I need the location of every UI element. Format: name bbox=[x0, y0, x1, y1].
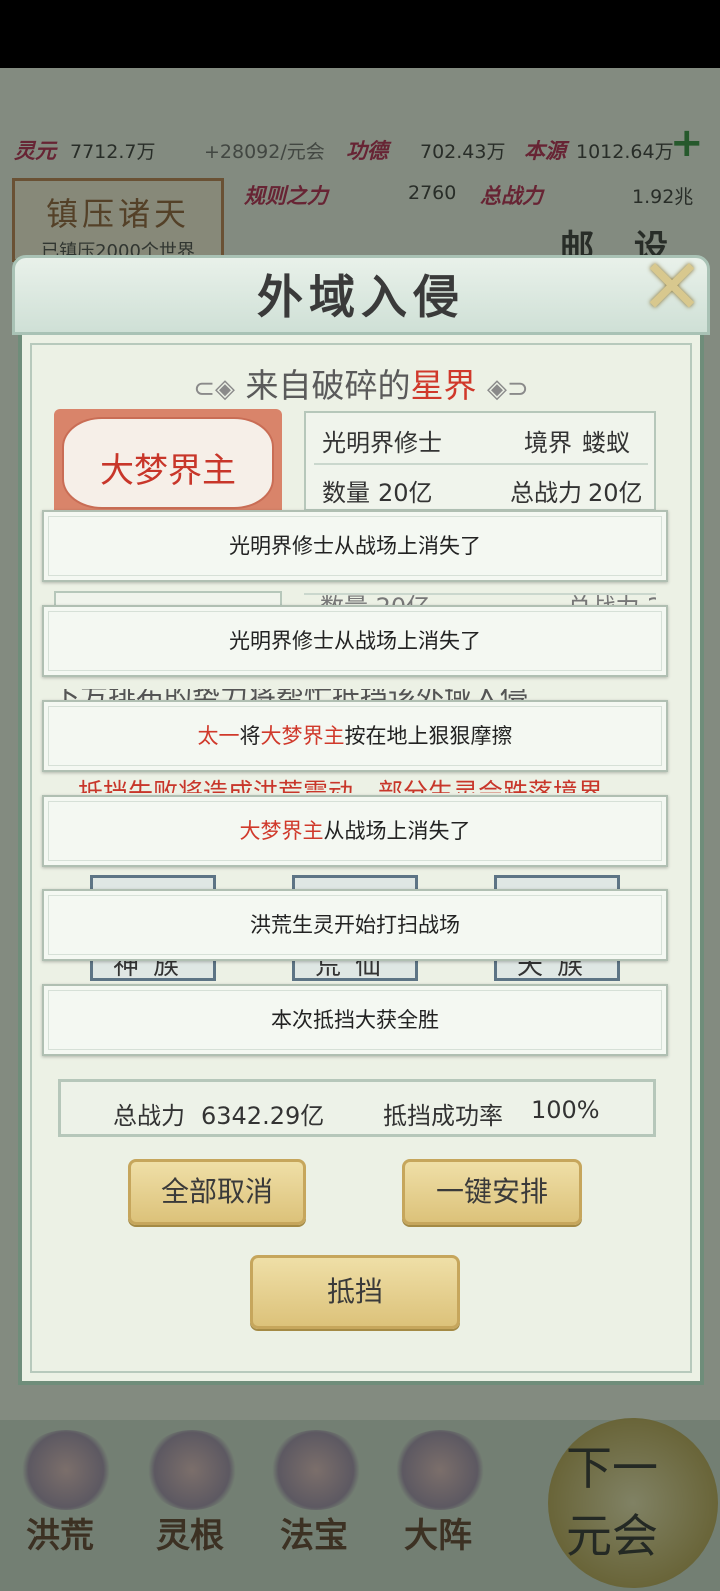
dialog-subtitle: ⊂◈ 来自破碎的星界 ◈⊃ bbox=[12, 359, 710, 407]
toast-text: 从战场上消失了 bbox=[323, 819, 471, 843]
enemy-count-label: 数量 bbox=[322, 479, 370, 507]
toast-highlight: 大梦界主 bbox=[239, 819, 324, 843]
boss-card: 大梦界主 bbox=[54, 409, 282, 517]
right-ornament-icon: ◈⊃ bbox=[487, 374, 529, 404]
enemy-realm-value: 蝼蚁 bbox=[582, 429, 630, 457]
total-power-label: 总战力 bbox=[113, 1102, 185, 1130]
warning-text-label: 抵挡失败将造成洪荒震动，部分生灵会跌落境界 bbox=[78, 778, 604, 793]
total-power-value: 6342.29亿 bbox=[201, 1102, 325, 1130]
total-power-bar: 总战力 6342.29亿 抵挡成功率 100% bbox=[58, 1079, 656, 1137]
toast-text: 光明界修士从战场上消失了 bbox=[229, 534, 481, 558]
warning-text: 抵挡失败将造成洪荒震动，部分生灵会跌落境界 bbox=[78, 775, 648, 793]
subtitle-highlight: 星界 bbox=[410, 366, 477, 405]
toast-text: 将 bbox=[239, 724, 261, 748]
enemy-power-label: 总战力 bbox=[510, 479, 582, 507]
toast-text: 本次抵挡大获全胜 bbox=[271, 1008, 439, 1032]
close-icon[interactable]: ✕ bbox=[632, 247, 712, 327]
info-divider bbox=[314, 463, 648, 465]
toast-message: 洪荒生灵开始打扫战场 bbox=[42, 889, 668, 961]
left-ornament-icon: ⊂◈ bbox=[193, 374, 235, 404]
enemy-name: 光明界修士 bbox=[322, 429, 442, 457]
toast-message: 大梦界主从战场上消失了 bbox=[42, 795, 668, 867]
toast-highlight: 大梦界主 bbox=[260, 724, 345, 748]
toast-highlight: 太一 bbox=[197, 724, 240, 748]
toast-message: 光明界修士从战场上消失了 bbox=[42, 605, 668, 677]
toast-message: 本次抵挡大获全胜 bbox=[42, 984, 668, 1056]
status-bar bbox=[0, 0, 720, 68]
block-button[interactable]: 抵挡 bbox=[250, 1255, 460, 1329]
boss-card-frame: 大梦界主 bbox=[62, 417, 274, 509]
success-rate-value: 100% bbox=[531, 1096, 600, 1124]
toast-text: 按在地上狠狠摩擦 bbox=[344, 724, 513, 748]
auto-arrange-button[interactable]: 一键安排 bbox=[402, 1159, 582, 1225]
toast-text: 洪荒生灵开始打扫战场 bbox=[250, 913, 460, 937]
success-rate-label: 抵挡成功率 bbox=[383, 1102, 503, 1130]
dialog-title: 外域入侵 bbox=[257, 270, 465, 324]
toast-message: 太一将大梦界主按在地上狠狠摩擦 bbox=[42, 700, 668, 772]
enemy-count-value: 20亿 bbox=[378, 479, 433, 507]
boss-name: 大梦界主 bbox=[100, 451, 236, 491]
enemy-info: 光明界修士 境界 蝼蚁 数量 20亿 总战力 20亿 bbox=[304, 411, 656, 511]
cancel-all-button[interactable]: 全部取消 bbox=[128, 1159, 306, 1225]
enemy-realm-label: 境界 bbox=[524, 429, 572, 457]
enemy-power-value: 20亿 bbox=[588, 479, 643, 507]
subtitle-prefix: 来自破碎的 bbox=[245, 366, 411, 405]
toast-message: 光明界修士从战场上消失了 bbox=[42, 510, 668, 582]
toast-text: 光明界修士从战场上消失了 bbox=[229, 629, 481, 653]
